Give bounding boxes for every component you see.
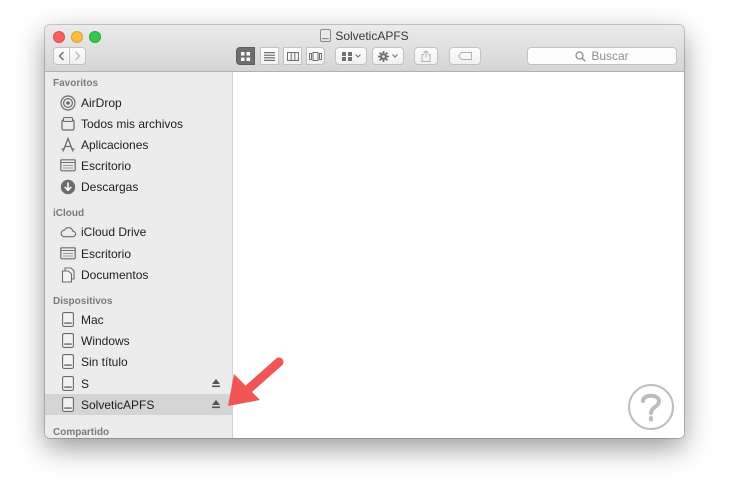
content-area[interactable] <box>233 72 684 438</box>
disk-icon <box>60 312 76 328</box>
sidebar-heading-compartido: Compartido <box>53 427 110 438</box>
arrange-button[interactable] <box>335 47 367 65</box>
sidebar-item-label: Escritorio <box>81 158 132 173</box>
disk-icon <box>60 354 76 370</box>
sidebar-item-label: iCloud Drive <box>81 224 147 239</box>
group-icon <box>341 51 352 61</box>
cloud-icon <box>60 224 76 240</box>
disk-icon <box>60 333 76 349</box>
search-placeholder: Buscar <box>591 49 629 63</box>
tag-icon <box>458 52 472 60</box>
chevron-down-icon <box>354 54 361 58</box>
list-view-button[interactable] <box>260 47 279 65</box>
desktop-icon <box>60 158 76 174</box>
eject-icon[interactable] <box>210 397 222 411</box>
sidebar-item-escritorio-icloud[interactable]: Escritorio <box>45 243 232 264</box>
icon-view-button[interactable] <box>236 47 255 65</box>
cover-flow-icon <box>309 51 322 61</box>
sidebar-item-label: S <box>81 376 90 391</box>
sidebar-item-label: Descargas <box>81 179 139 194</box>
sidebar-item-applications[interactable]: Aplicaciones <box>45 134 232 155</box>
disk-icon <box>60 397 76 413</box>
sidebar-item-mac[interactable]: Mac <box>45 309 232 330</box>
forward-icon <box>75 51 81 61</box>
action-button[interactable] <box>372 47 404 65</box>
sidebar-item-label: Sin título <box>81 354 128 369</box>
sidebar-item-label: Todos mis archivos <box>81 116 184 131</box>
downloads-icon <box>60 179 76 195</box>
sidebar-heading-icloud: iCloud <box>53 208 85 219</box>
all-files-icon <box>60 116 76 132</box>
action-gear-icon <box>378 50 389 62</box>
window-title: SolveticAPFS <box>335 29 409 43</box>
sidebar-item-all-files[interactable]: Todos mis archivos <box>45 113 232 134</box>
icon-view-icon <box>241 51 250 61</box>
sidebar-item-label: Windows <box>81 333 130 348</box>
documents-icon <box>60 266 76 283</box>
sidebar-item-sin-titulo[interactable]: Sin título <box>45 351 232 372</box>
column-view-button[interactable] <box>283 47 302 65</box>
sidebar-item-airdrop[interactable]: AirDrop <box>45 92 232 113</box>
sidebar-item-downloads[interactable]: Descargas <box>45 176 232 197</box>
sidebar-item-icloud-drive[interactable]: iCloud Drive <box>45 221 232 242</box>
eject-icon[interactable] <box>210 376 222 390</box>
back-icon <box>58 51 64 61</box>
sidebar: Favoritos AirDrop Todos mis archivos Apl… <box>45 72 233 438</box>
sidebar-item-label: Mac <box>81 312 104 327</box>
window-title-container: SolveticAPFS <box>45 28 684 44</box>
annotation-arrow <box>228 357 284 406</box>
watermark-logo <box>628 384 674 430</box>
sidebar-item-label: AirDrop <box>81 95 122 110</box>
list-view-icon <box>264 51 275 61</box>
applications-icon <box>60 136 76 153</box>
back-button[interactable] <box>53 47 70 65</box>
sidebar-item-s[interactable]: S <box>45 373 232 394</box>
cover-flow-button[interactable] <box>306 47 325 65</box>
disk-icon <box>60 376 76 392</box>
title-bar: SolveticAPFS Buscar <box>45 25 684 72</box>
sidebar-item-windows[interactable]: Windows <box>45 330 232 351</box>
tag-button[interactable] <box>449 47 481 65</box>
share-icon <box>421 50 431 62</box>
search-icon <box>575 50 587 62</box>
chevron-down-icon <box>392 54 398 58</box>
share-button[interactable] <box>414 47 438 65</box>
sidebar-item-label: SolveticAPFS <box>81 397 155 412</box>
airdrop-icon <box>60 94 76 111</box>
sidebar-item-solveticapfs[interactable]: SolveticAPFS <box>45 394 232 415</box>
sidebar-item-label: Escritorio <box>81 246 132 261</box>
finder-window: SolveticAPFS Buscar Favoritos AirDrop To… <box>45 25 684 438</box>
column-view-icon <box>286 51 299 61</box>
forward-button[interactable] <box>69 47 86 65</box>
sidebar-heading-favoritos: Favoritos <box>53 78 99 89</box>
disk-icon <box>320 29 332 42</box>
sidebar-heading-dispositivos: Dispositivos <box>53 296 113 307</box>
sidebar-item-escritorio[interactable]: Escritorio <box>45 155 232 176</box>
sidebar-item-documents[interactable]: Documentos <box>45 264 232 285</box>
desktop-icon <box>60 246 76 262</box>
sidebar-item-label: Aplicaciones <box>81 137 149 152</box>
sidebar-item-label: Documentos <box>81 267 149 282</box>
search-field[interactable]: Buscar <box>527 47 677 65</box>
